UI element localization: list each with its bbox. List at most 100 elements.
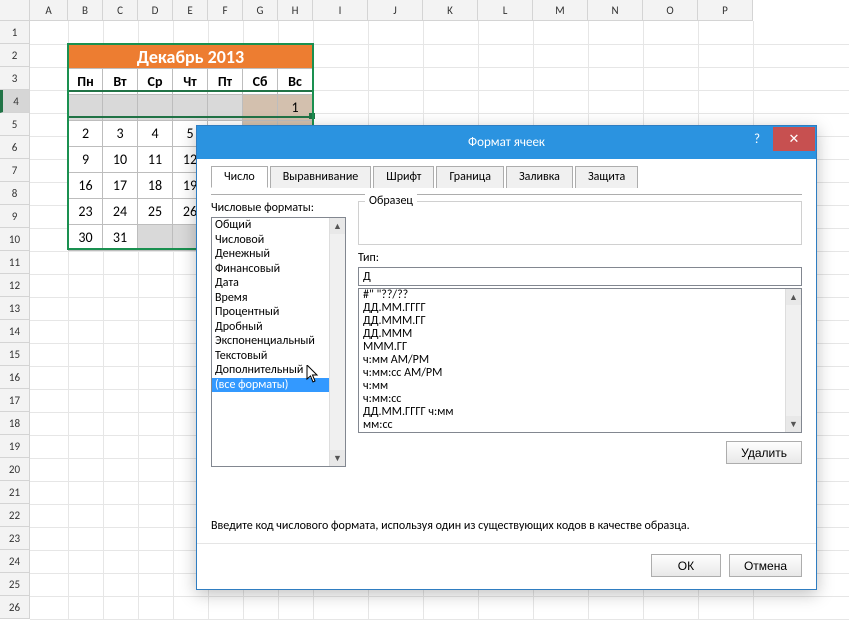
calendar-cell[interactable]: 18 <box>138 173 173 199</box>
column-header[interactable]: N <box>588 0 643 21</box>
type-item[interactable]: ч:мм:сс AM/PM <box>359 367 785 380</box>
category-item[interactable]: Дата <box>212 276 329 291</box>
row-header[interactable]: 25 <box>0 573 30 596</box>
row-header[interactable]: 21 <box>0 481 30 504</box>
tab-выравнивание[interactable]: Выравнивание <box>270 166 372 188</box>
type-item[interactable]: мм:сс <box>359 419 785 432</box>
calendar-cell[interactable]: 25 <box>138 199 173 225</box>
row-header[interactable]: 6 <box>0 136 30 159</box>
calendar-cell[interactable]: 4 <box>138 121 173 147</box>
column-header[interactable]: G <box>243 0 278 21</box>
calendar-cell[interactable] <box>208 95 243 121</box>
row-header[interactable]: 13 <box>0 297 30 320</box>
calendar-cell[interactable]: 24 <box>103 199 138 225</box>
calendar-cell[interactable]: 3 <box>103 121 138 147</box>
row-header[interactable]: 16 <box>0 366 30 389</box>
type-input[interactable] <box>358 267 802 286</box>
column-header[interactable]: A <box>30 0 68 21</box>
row-header[interactable]: 7 <box>0 159 30 182</box>
category-item[interactable]: Экспоненциальный <box>212 334 329 349</box>
calendar-cell[interactable]: 31 <box>103 225 138 251</box>
row-header[interactable]: 19 <box>0 435 30 458</box>
row-header[interactable]: 15 <box>0 343 30 366</box>
category-item[interactable]: Текстовый <box>212 349 329 364</box>
type-item[interactable]: ДД.ММ.ГГГГ ч:мм <box>359 406 785 419</box>
row-header[interactable]: 22 <box>0 504 30 527</box>
scroll-down-icon[interactable]: ▼ <box>786 416 801 432</box>
column-header[interactable]: C <box>103 0 138 21</box>
scroll-up-icon[interactable]: ▲ <box>330 218 345 234</box>
row-header[interactable]: 24 <box>0 550 30 573</box>
row-header[interactable]: 5 <box>0 113 30 136</box>
calendar-cell[interactable]: 2 <box>68 121 103 147</box>
cancel-button[interactable]: Отмена <box>729 554 802 577</box>
delete-button[interactable]: Удалить <box>726 441 802 464</box>
row-header[interactable]: 3 <box>0 67 30 90</box>
row-header[interactable]: 26 <box>0 596 30 619</box>
row-header[interactable]: 20 <box>0 458 30 481</box>
row-header[interactable]: 11 <box>0 251 30 274</box>
column-header[interactable]: P <box>698 0 753 21</box>
row-header[interactable]: 4 <box>0 90 30 113</box>
row-header[interactable]: 23 <box>0 527 30 550</box>
column-header[interactable]: H <box>278 0 313 21</box>
tab-число[interactable]: Число <box>211 166 268 188</box>
calendar-cell[interactable] <box>138 225 173 251</box>
row-header[interactable]: 12 <box>0 274 30 297</box>
type-listbox[interactable]: #" "??/??ДД.ММ.ГГГГДД.МММ.ГГДД.ММММММ.ГГ… <box>358 288 802 433</box>
scroll-up-icon[interactable]: ▲ <box>786 289 801 305</box>
column-header[interactable]: O <box>643 0 698 21</box>
calendar-cell[interactable]: 1 <box>278 95 313 121</box>
category-item[interactable]: Числовой <box>212 233 329 248</box>
calendar-cell[interactable]: 9 <box>68 147 103 173</box>
calendar-cell[interactable] <box>243 95 278 121</box>
tab-заливка[interactable]: Заливка <box>506 166 573 188</box>
calendar-cell[interactable]: 11 <box>138 147 173 173</box>
row-header[interactable]: 9 <box>0 205 30 228</box>
calendar-cell[interactable] <box>68 95 103 121</box>
calendar-cell[interactable]: 17 <box>103 173 138 199</box>
type-item[interactable]: ч:мм <box>359 380 785 393</box>
tab-защита[interactable]: Защита <box>575 166 638 188</box>
category-item[interactable]: Общий <box>212 218 329 233</box>
row-header[interactable]: 8 <box>0 182 30 205</box>
column-header[interactable]: E <box>173 0 208 21</box>
calendar-cell[interactable]: 10 <box>103 147 138 173</box>
row-header[interactable]: 1 <box>0 21 30 44</box>
column-header[interactable]: L <box>478 0 533 21</box>
category-item[interactable]: (все форматы) <box>212 378 329 393</box>
row-header[interactable]: 14 <box>0 320 30 343</box>
column-header[interactable]: M <box>533 0 588 21</box>
calendar-cell[interactable]: 16 <box>68 173 103 199</box>
scroll-down-icon[interactable]: ▼ <box>330 450 345 466</box>
row-header[interactable]: 18 <box>0 412 30 435</box>
calendar-cell[interactable]: 30 <box>68 225 103 251</box>
row-header[interactable]: 10 <box>0 228 30 251</box>
category-item[interactable]: Денежный <box>212 247 329 262</box>
calendar-cell[interactable] <box>103 95 138 121</box>
scrollbar[interactable]: ▲ ▼ <box>785 289 801 432</box>
scrollbar[interactable]: ▲ ▼ <box>329 218 345 466</box>
category-item[interactable]: Дополнительный <box>212 363 329 378</box>
row-header[interactable]: 2 <box>0 44 30 67</box>
type-item[interactable]: ДД.МММ <box>359 328 785 341</box>
category-listbox[interactable]: ОбщийЧисловойДенежныйФинансовыйДатаВремя… <box>211 217 346 467</box>
column-header[interactable]: D <box>138 0 173 21</box>
row-header[interactable]: 17 <box>0 389 30 412</box>
column-header[interactable]: J <box>368 0 423 21</box>
help-button[interactable]: ? <box>741 126 773 152</box>
ok-button[interactable]: ОК <box>651 554 721 577</box>
column-header[interactable]: F <box>208 0 243 21</box>
category-item[interactable]: Время <box>212 291 329 306</box>
calendar-cell[interactable] <box>173 95 208 121</box>
category-item[interactable]: Процентный <box>212 305 329 320</box>
category-item[interactable]: Финансовый <box>212 262 329 277</box>
tab-граница[interactable]: Граница <box>436 166 504 188</box>
type-item[interactable]: ДД.МММ.ГГ <box>359 315 785 328</box>
column-header[interactable]: K <box>423 0 478 21</box>
column-header[interactable]: B <box>68 0 103 21</box>
calendar-cell[interactable] <box>138 95 173 121</box>
tab-шрифт[interactable]: Шрифт <box>373 166 434 188</box>
close-button[interactable]: ✕ <box>773 127 815 151</box>
dialog-titlebar[interactable]: Формат ячеек ? ✕ <box>197 126 816 159</box>
